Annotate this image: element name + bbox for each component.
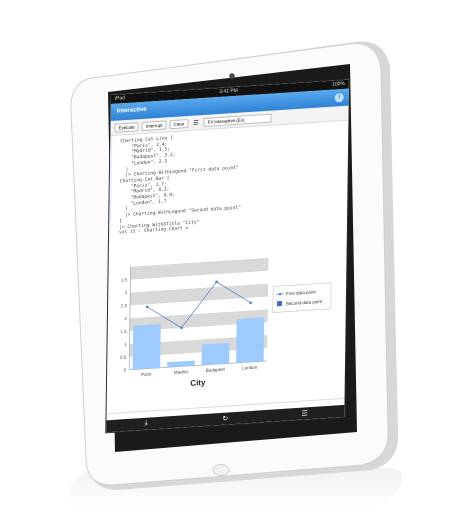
- clear-button[interactable]: Clear: [169, 118, 189, 129]
- legend-box: [272, 282, 332, 313]
- code-editor[interactable]: Charting.Cat.Line [ "Paris", 2.4; "Madri…: [109, 120, 349, 238]
- bar: [236, 317, 265, 363]
- mode-select[interactable]: F# Interactive (Ex): [203, 113, 272, 127]
- y-tick-label: 2.5: [121, 303, 128, 308]
- x-tick-label: London: [242, 365, 258, 371]
- y-tick-label: 1: [124, 342, 127, 347]
- x-tick-label: Budapest: [206, 367, 226, 373]
- bar: [132, 324, 161, 370]
- x-axis-title: City: [190, 378, 206, 388]
- refresh-icon[interactable]: ↻: [219, 414, 231, 423]
- camera: [229, 73, 235, 79]
- x-tick-label: Madrid: [174, 369, 188, 375]
- x-tick-label: Paris: [141, 371, 152, 377]
- y-tick-label: 3: [125, 290, 128, 295]
- chart: 0 0.5 1 1.5 2 2.5 3 3.5 Paris Madrid Budapest Londo…: [120, 257, 332, 388]
- y-tick-label: 1.5: [120, 329, 127, 334]
- app-title: Interactive: [116, 106, 147, 115]
- ipad-screen: iPad 3:41 PM 100% Interactive i Execute …: [106, 79, 349, 433]
- chart-band: [130, 283, 269, 306]
- menu-icon[interactable]: ☰: [191, 119, 200, 127]
- y-tick-label: 0.5: [120, 355, 127, 360]
- bar: [167, 360, 195, 368]
- chart-band: [130, 257, 269, 280]
- y-tick-label: 2: [124, 316, 127, 321]
- info-icon[interactable]: i: [334, 92, 344, 103]
- list-icon[interactable]: ☰: [299, 409, 311, 418]
- legend-bar-swatch: [276, 300, 282, 307]
- bar: [201, 342, 230, 366]
- execute-button[interactable]: Execute: [114, 121, 139, 133]
- download-icon[interactable]: ⤓: [140, 419, 152, 428]
- y-tick-label: 3.5: [121, 277, 128, 282]
- y-tick-label: 0: [124, 368, 127, 373]
- interrupt-button[interactable]: Interrupt: [141, 119, 167, 131]
